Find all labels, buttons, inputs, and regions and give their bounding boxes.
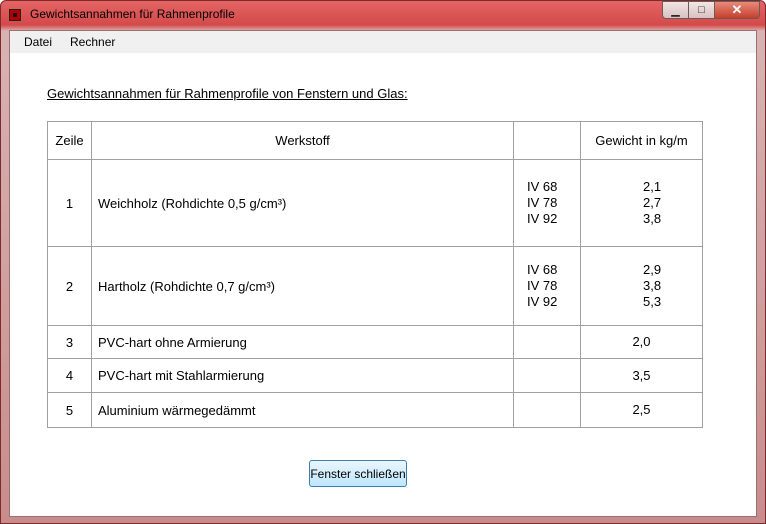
typ-value: IV 92 bbox=[527, 294, 558, 309]
cell-werkstoff: Weichholz (Rohdichte 0,5 g/cm³) bbox=[91, 159, 514, 247]
typ-value: IV 78 bbox=[527, 278, 558, 293]
table-header-row: Zeile Werkstoff Gewicht in kg/m bbox=[47, 121, 703, 160]
page-title: Gewichtsannahmen für Rahmenprofile von F… bbox=[47, 86, 408, 101]
maximize-button[interactable]: □ bbox=[689, 1, 715, 19]
cell-gewicht: 2,0 bbox=[580, 325, 703, 359]
close-button[interactable]: Fenster schließen bbox=[309, 460, 407, 487]
app-icon[interactable] bbox=[9, 9, 21, 21]
client-area: Datei Rechner Gewichtsannahmen für Rahme… bbox=[9, 30, 757, 517]
cell-werkstoff: PVC-hart mit Stahlarmierung bbox=[91, 358, 514, 393]
table-row: 4 PVC-hart mit Stahlarmierung 3,5 bbox=[47, 358, 703, 393]
header-typ bbox=[513, 121, 581, 160]
table-row: 2 Hartholz (Rohdichte 0,7 g/cm³) IV 68 I… bbox=[47, 246, 703, 326]
cell-zeile: 2 bbox=[47, 246, 92, 326]
gewicht-value: 3,8 bbox=[643, 278, 662, 293]
gewicht-value: 2,7 bbox=[643, 195, 662, 210]
cell-typ: IV 68 IV 78 IV 92 bbox=[513, 246, 581, 326]
minimize-button[interactable]: ▁ bbox=[662, 1, 689, 19]
menu-bar: Datei Rechner bbox=[10, 31, 756, 53]
cell-gewicht: 2,9 3,8 5,3 bbox=[580, 246, 703, 326]
cell-gewicht: 2,1 2,7 3,8 bbox=[580, 159, 703, 247]
typ-value: IV 68 bbox=[527, 179, 558, 194]
cell-werkstoff: Aluminium wärmegedämmt bbox=[91, 392, 514, 428]
close-window-button[interactable]: ✕ bbox=[715, 1, 760, 19]
typ-value: IV 78 bbox=[527, 195, 558, 210]
menu-rechner[interactable]: Rechner bbox=[70, 35, 115, 49]
caption-buttons: ▁ □ ✕ bbox=[662, 1, 760, 19]
cell-typ: IV 68 IV 78 IV 92 bbox=[513, 159, 581, 247]
cell-werkstoff: PVC-hart ohne Armierung bbox=[91, 325, 514, 359]
cell-zeile: 4 bbox=[47, 358, 92, 393]
gewicht-value: 2,9 bbox=[643, 262, 662, 277]
window-title: Gewichtsannahmen für Rahmenprofile bbox=[30, 7, 235, 21]
menu-datei[interactable]: Datei bbox=[24, 35, 52, 49]
cell-typ bbox=[513, 325, 581, 359]
cell-gewicht: 3,5 bbox=[580, 358, 703, 393]
typ-value: IV 92 bbox=[527, 211, 558, 226]
table-row: 5 Aluminium wärmegedämmt 2,5 bbox=[47, 392, 703, 428]
title-bar[interactable]: Gewichtsannahmen für Rahmenprofile ▁ □ ✕ bbox=[1, 1, 765, 29]
close-icon: ✕ bbox=[731, 2, 743, 17]
cell-typ bbox=[513, 358, 581, 393]
gewicht-value: 3,8 bbox=[643, 211, 662, 226]
cell-zeile: 5 bbox=[47, 392, 92, 428]
header-zeile: Zeile bbox=[47, 121, 92, 160]
header-gewicht: Gewicht in kg/m bbox=[580, 121, 703, 160]
gewicht-value: 2,1 bbox=[643, 179, 662, 194]
cell-zeile: 3 bbox=[47, 325, 92, 359]
cell-werkstoff: Hartholz (Rohdichte 0,7 g/cm³) bbox=[91, 246, 514, 326]
cell-gewicht: 2,5 bbox=[580, 392, 703, 428]
header-werkstoff: Werkstoff bbox=[91, 121, 514, 160]
typ-value: IV 68 bbox=[527, 262, 558, 277]
weights-table: Zeile Werkstoff Gewicht in kg/m 1 Weichh… bbox=[47, 121, 703, 428]
minimize-icon: ▁ bbox=[671, 4, 680, 17]
app-window: Gewichtsannahmen für Rahmenprofile ▁ □ ✕… bbox=[0, 0, 766, 524]
table-row: 3 PVC-hart ohne Armierung 2,0 bbox=[47, 325, 703, 359]
table-row: 1 Weichholz (Rohdichte 0,5 g/cm³) IV 68 … bbox=[47, 159, 703, 247]
cell-typ bbox=[513, 392, 581, 428]
gewicht-value: 5,3 bbox=[643, 294, 662, 309]
cell-zeile: 1 bbox=[47, 159, 92, 247]
maximize-icon: □ bbox=[698, 4, 705, 16]
